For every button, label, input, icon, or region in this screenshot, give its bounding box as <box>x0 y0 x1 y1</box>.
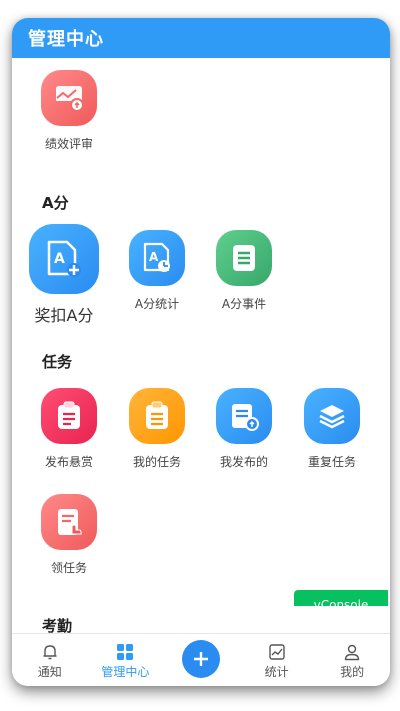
tab-label: 我的 <box>340 665 365 679</box>
tile-a-score-events[interactable]: A分事件 <box>199 230 289 312</box>
tile-a-score-stats[interactable]: A A分统计 <box>112 230 202 312</box>
tile-my-tasks[interactable]: 我的任务 <box>112 388 202 470</box>
published-task-icon <box>216 388 272 444</box>
tile-my-published[interactable]: 我发布的 <box>199 388 289 470</box>
tile-performance-review[interactable]: 绩效评审 <box>24 70 114 152</box>
tab-add[interactable] <box>163 634 239 686</box>
main-content[interactable]: 绩效评审 A分 A 奖扣A分 A A分统计 A分事件 任务 发布悬赏 我的任务 … <box>12 58 390 634</box>
tile-label: 我的任务 <box>132 455 181 469</box>
user-icon <box>344 644 360 661</box>
tab-notifications[interactable]: 通知 <box>12 634 88 686</box>
tab-label: 管理中心 <box>101 665 150 679</box>
svg-text:A: A <box>54 251 65 267</box>
tile-label: 重复任务 <box>307 455 356 469</box>
bottom-tab-bar: 通知 管理中心 统计 我的 <box>12 633 390 686</box>
tile-a-score-reward[interactable]: A 奖扣A分 <box>19 224 109 326</box>
vconsole-overlay <box>292 606 390 622</box>
tile-claim-task[interactable]: 领任务 <box>24 494 114 576</box>
tab-label: 统计 <box>264 665 289 679</box>
a-score-stats-icon: A <box>129 230 185 286</box>
a-score-add-icon: A <box>29 224 99 294</box>
app-header: 管理中心 <box>12 18 390 58</box>
my-tasks-icon <box>129 388 185 444</box>
bell-icon <box>43 645 57 660</box>
tile-label: 绩效评审 <box>44 137 93 151</box>
plus-icon <box>193 652 208 666</box>
add-button[interactable] <box>181 640 220 678</box>
tile-label: 奖扣A分 <box>34 306 94 325</box>
svg-text:A: A <box>149 250 159 264</box>
tile-publish-bounty[interactable]: 发布悬赏 <box>24 388 114 470</box>
tile-label: A分统计 <box>134 297 180 311</box>
a-score-events-icon <box>216 230 272 286</box>
tile-label: 我发布的 <box>219 455 268 469</box>
phone-frame: 管理中心 绩效评审 A分 A 奖扣A分 A A分统计 A分事件 任务 发布悬赏 … <box>12 18 390 686</box>
section-title-attendance: 考勤 <box>42 617 73 634</box>
tab-label: 通知 <box>37 665 62 679</box>
layers-icon <box>304 388 360 444</box>
tab-management-center[interactable]: 管理中心 <box>88 634 164 686</box>
tab-profile[interactable]: 我的 <box>314 634 390 686</box>
chart-icon <box>268 644 285 660</box>
tab-statistics[interactable]: 统计 <box>239 634 315 686</box>
claim-task-icon <box>41 494 97 550</box>
tile-label: 发布悬赏 <box>44 455 93 469</box>
tile-repeat-tasks[interactable]: 重复任务 <box>287 388 377 470</box>
tile-label: A分事件 <box>221 297 267 311</box>
grid-icon <box>117 644 134 660</box>
performance-chart-icon <box>41 70 97 126</box>
section-title-tasks: 任务 <box>42 353 73 371</box>
section-title-a-score: A分 <box>42 194 69 212</box>
tile-label: 领任务 <box>50 561 87 575</box>
page-title: 管理中心 <box>28 29 104 50</box>
bounty-clipboard-icon <box>41 388 97 444</box>
